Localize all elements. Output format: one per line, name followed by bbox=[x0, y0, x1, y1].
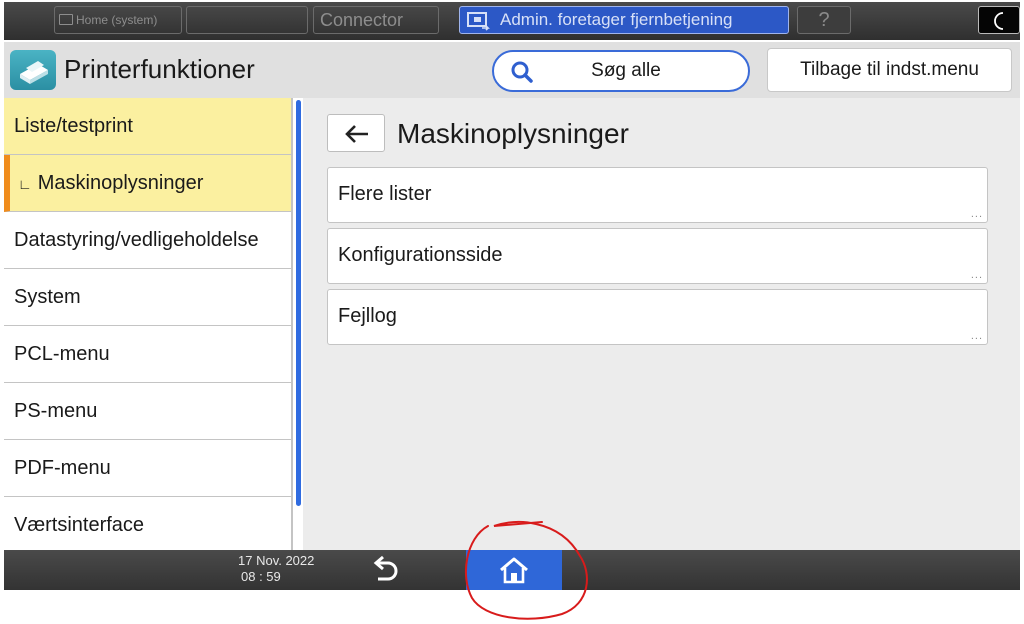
back-button[interactable] bbox=[327, 114, 385, 152]
sidebar-item-label: PDF-menu bbox=[14, 457, 111, 479]
list-item-label: Flere lister bbox=[338, 183, 432, 205]
help-button[interactable]: ? bbox=[797, 6, 851, 34]
sidebar-item-pcl-menu[interactable]: PCL-menu bbox=[4, 326, 292, 383]
red-circle-annotation bbox=[465, 520, 588, 620]
sidebar-item-machine-info[interactable]: ∟ Maskinoplysninger bbox=[4, 155, 292, 212]
sidebar-item-label: System bbox=[14, 286, 81, 308]
sidebar-item-ps-menu[interactable]: PS-menu bbox=[4, 383, 292, 440]
sidebar-item-host-interface[interactable]: Værtsinterface bbox=[4, 497, 292, 550]
app-header: Printerfunktioner Søg alle Tilbage til i… bbox=[4, 42, 1020, 98]
sidebar-item-label: Datastyring/vedligeholdelse bbox=[14, 229, 259, 251]
sidebar-item-label: PCL-menu bbox=[14, 343, 110, 365]
list-item-more-lists[interactable]: Flere lister ... bbox=[327, 167, 988, 223]
return-arrow-icon bbox=[373, 555, 398, 581]
sidebar-item-list-testprint[interactable]: Liste/testprint bbox=[4, 98, 292, 155]
date-time-display: 17 Nov. 2022 08 : 59 bbox=[238, 553, 314, 585]
return-button[interactable] bbox=[364, 555, 410, 585]
connector-label: Connector bbox=[320, 10, 404, 30]
search-all-button[interactable]: Søg alle bbox=[492, 50, 750, 92]
main-content: Maskinoplysninger Flere lister ... Konfi… bbox=[303, 98, 1020, 550]
search-all-label: Søg alle bbox=[591, 60, 661, 81]
page-title: Maskinoplysninger bbox=[397, 118, 629, 149]
list-item-label: Konfigurationsside bbox=[338, 244, 503, 266]
more-options-icon: ... bbox=[970, 208, 983, 220]
more-options-icon: ... bbox=[970, 269, 983, 281]
date-label: 17 Nov. 2022 bbox=[238, 553, 315, 568]
connector-button[interactable]: Connector bbox=[313, 6, 439, 34]
energy-saver-button[interactable] bbox=[978, 6, 1020, 34]
sidebar-item-label: Liste/testprint bbox=[14, 115, 133, 137]
list-item-configuration-page[interactable]: Konfigurationsside ... bbox=[327, 228, 988, 284]
printer-app-icon bbox=[10, 50, 56, 90]
sidebar-item-label: Værtsinterface bbox=[14, 514, 145, 536]
keyboard-icon bbox=[59, 14, 73, 25]
empty-status-slot bbox=[186, 6, 308, 34]
sidebar-menu: Liste/testprint ∟ Maskinoplysninger Datas… bbox=[4, 98, 292, 550]
moon-icon bbox=[994, 12, 1004, 30]
home-system-label: Home (system) bbox=[76, 13, 158, 27]
app-title: Printerfunktioner bbox=[64, 54, 255, 84]
help-icon: ? bbox=[818, 9, 830, 31]
remote-screen-icon bbox=[467, 12, 490, 31]
sidebar-item-pdf-menu[interactable]: PDF-menu bbox=[4, 440, 292, 497]
sidebar-item-label: PS-menu bbox=[14, 400, 98, 422]
sidebar-item-label: Maskinoplysninger bbox=[37, 172, 204, 194]
list-item-error-log[interactable]: Fejllog ... bbox=[327, 289, 988, 345]
list-item-label: Fejllog bbox=[338, 305, 397, 327]
sidebar-item-data-management[interactable]: Datastyring/vedligeholdelse bbox=[4, 212, 292, 269]
sidebar-item-system[interactable]: System bbox=[4, 269, 292, 326]
arrow-left-icon bbox=[345, 125, 368, 143]
sidebar-divider bbox=[291, 98, 293, 550]
home-system-button[interactable]: Home (system) bbox=[54, 6, 182, 34]
more-options-icon: ... bbox=[970, 330, 983, 342]
system-status-bar: Home (system) Connector Admin. foretager… bbox=[4, 2, 1020, 40]
admin-remote-label: Admin. foretager fjernbetjening bbox=[500, 10, 733, 29]
back-to-settings-menu-button[interactable]: Tilbage til indst.menu bbox=[767, 48, 1012, 92]
sidebar-scrollbar[interactable] bbox=[296, 100, 301, 506]
time-label: 08 : 59 bbox=[241, 569, 281, 584]
sub-item-marker: ∟ bbox=[18, 176, 32, 192]
admin-remote-status[interactable]: Admin. foretager fjernbetjening bbox=[459, 6, 789, 34]
